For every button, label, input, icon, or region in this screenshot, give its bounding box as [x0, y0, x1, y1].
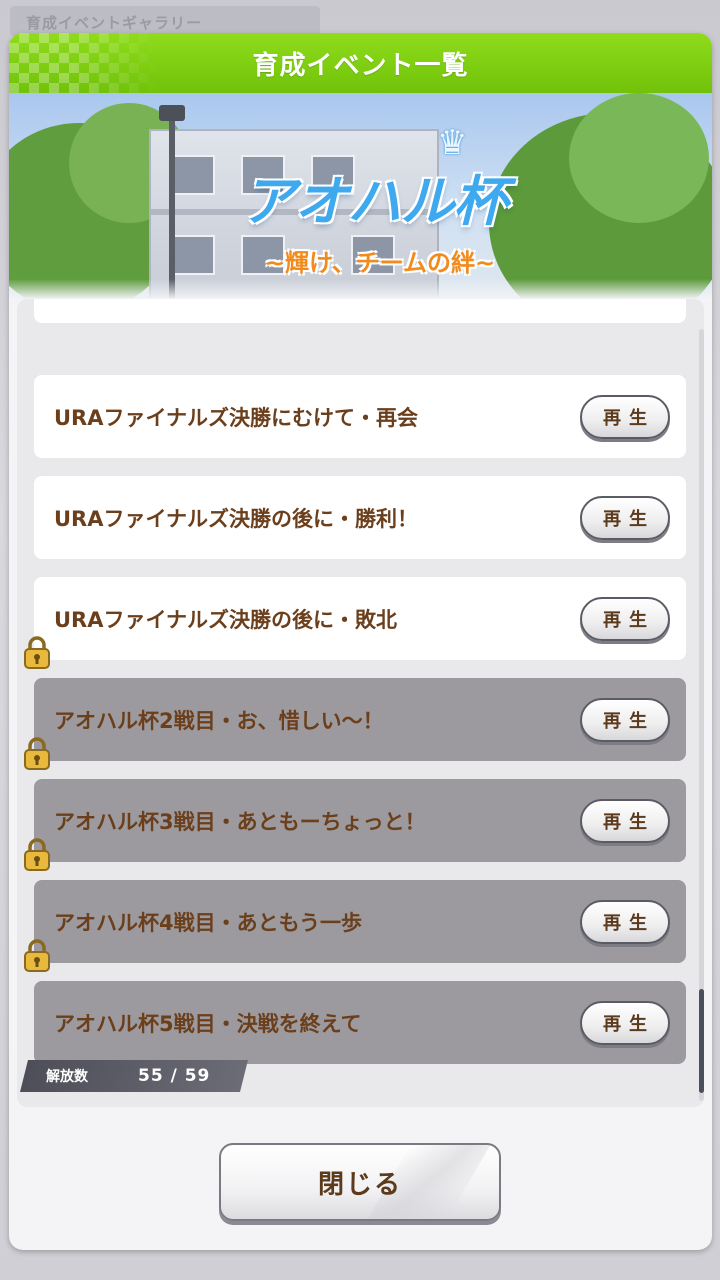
play-button[interactable]: 再生 [580, 1000, 670, 1045]
lock-icon [24, 838, 50, 871]
scenario-logo: ♛ アオハル杯 ~輝け、チームの絆~ [239, 123, 509, 281]
street-lamp-head [159, 105, 185, 121]
event-row: URAファイナルズ決勝の後に・敗北 再生 [34, 577, 686, 660]
event-row: URAファイナルズ決勝にむけて・再会 再生 [34, 375, 686, 458]
event-row-locked: アオハル杯5戦目・決戦を終えて 再生 [34, 981, 686, 1064]
header-pattern [9, 33, 159, 93]
background-tab-label: 育成イベントギャラリー [26, 14, 203, 32]
scrollbar-track[interactable] [699, 329, 704, 1101]
event-list[interactable]: URAファイナルズ決勝にむけて・再会 再生 URAファイナルズ決勝の後に・勝利！… [17, 299, 704, 1107]
event-title: URAファイナルズ決勝にむけて・再会 [54, 405, 419, 430]
play-button[interactable]: 再生 [580, 697, 670, 742]
lock-icon [24, 939, 50, 972]
event-title: アオハル杯2戦目・お、惜しい～！ [54, 708, 384, 733]
scrollbar-thumb[interactable] [699, 989, 704, 1093]
event-title: URAファイナルズ決勝の後に・敗北 [54, 607, 398, 632]
event-title: アオハル杯3戦目・あともーちょっと！ [54, 809, 426, 834]
logo-main-text: アオハル杯 [241, 170, 508, 233]
play-button[interactable]: 再生 [580, 798, 670, 843]
close-button-label: 閉じる [317, 1169, 402, 1200]
event-title: アオハル杯4戦目・あともう一歩 [54, 910, 362, 935]
dialog-header: 育成イベント一覧 [9, 33, 712, 93]
dialog-title: 育成イベント一覧 [252, 50, 469, 81]
lock-icon [24, 636, 50, 669]
event-title: アオハル杯5戦目・決戦を終えて [54, 1011, 362, 1036]
event-row: URAファイナルズ決勝の後に・勝利！ 再生 [34, 476, 686, 559]
release-count-content: 解放数 55 / 59 [46, 1060, 210, 1092]
lock-icon [24, 737, 50, 770]
logo-sub-text: ~輝け、チームの絆~ [264, 249, 496, 277]
banner-fade [9, 279, 712, 299]
event-row-locked: アオハル杯3戦目・あともーちょっと！ 再生 [34, 779, 686, 862]
play-button[interactable]: 再生 [580, 495, 670, 540]
list-item-partial [34, 299, 686, 323]
tree-right-top [569, 93, 709, 223]
release-count-value: 55 / 59 [138, 1066, 211, 1086]
scenario-banner: ♛ アオハル杯 ~輝け、チームの絆~ [9, 93, 712, 299]
street-lamp [169, 113, 175, 299]
close-button[interactable]: 閉じる [219, 1143, 501, 1221]
event-row-locked: アオハル杯4戦目・あともう一歩 再生 [34, 880, 686, 963]
play-button[interactable]: 再生 [580, 394, 670, 439]
event-row-locked: アオハル杯2戦目・お、惜しい～！ 再生 [34, 678, 686, 761]
event-title: URAファイナルズ決勝の後に・勝利！ [54, 506, 419, 531]
release-count-label: 解放数 [46, 1069, 88, 1085]
play-button[interactable]: 再生 [580, 899, 670, 944]
play-button[interactable]: 再生 [580, 596, 670, 641]
